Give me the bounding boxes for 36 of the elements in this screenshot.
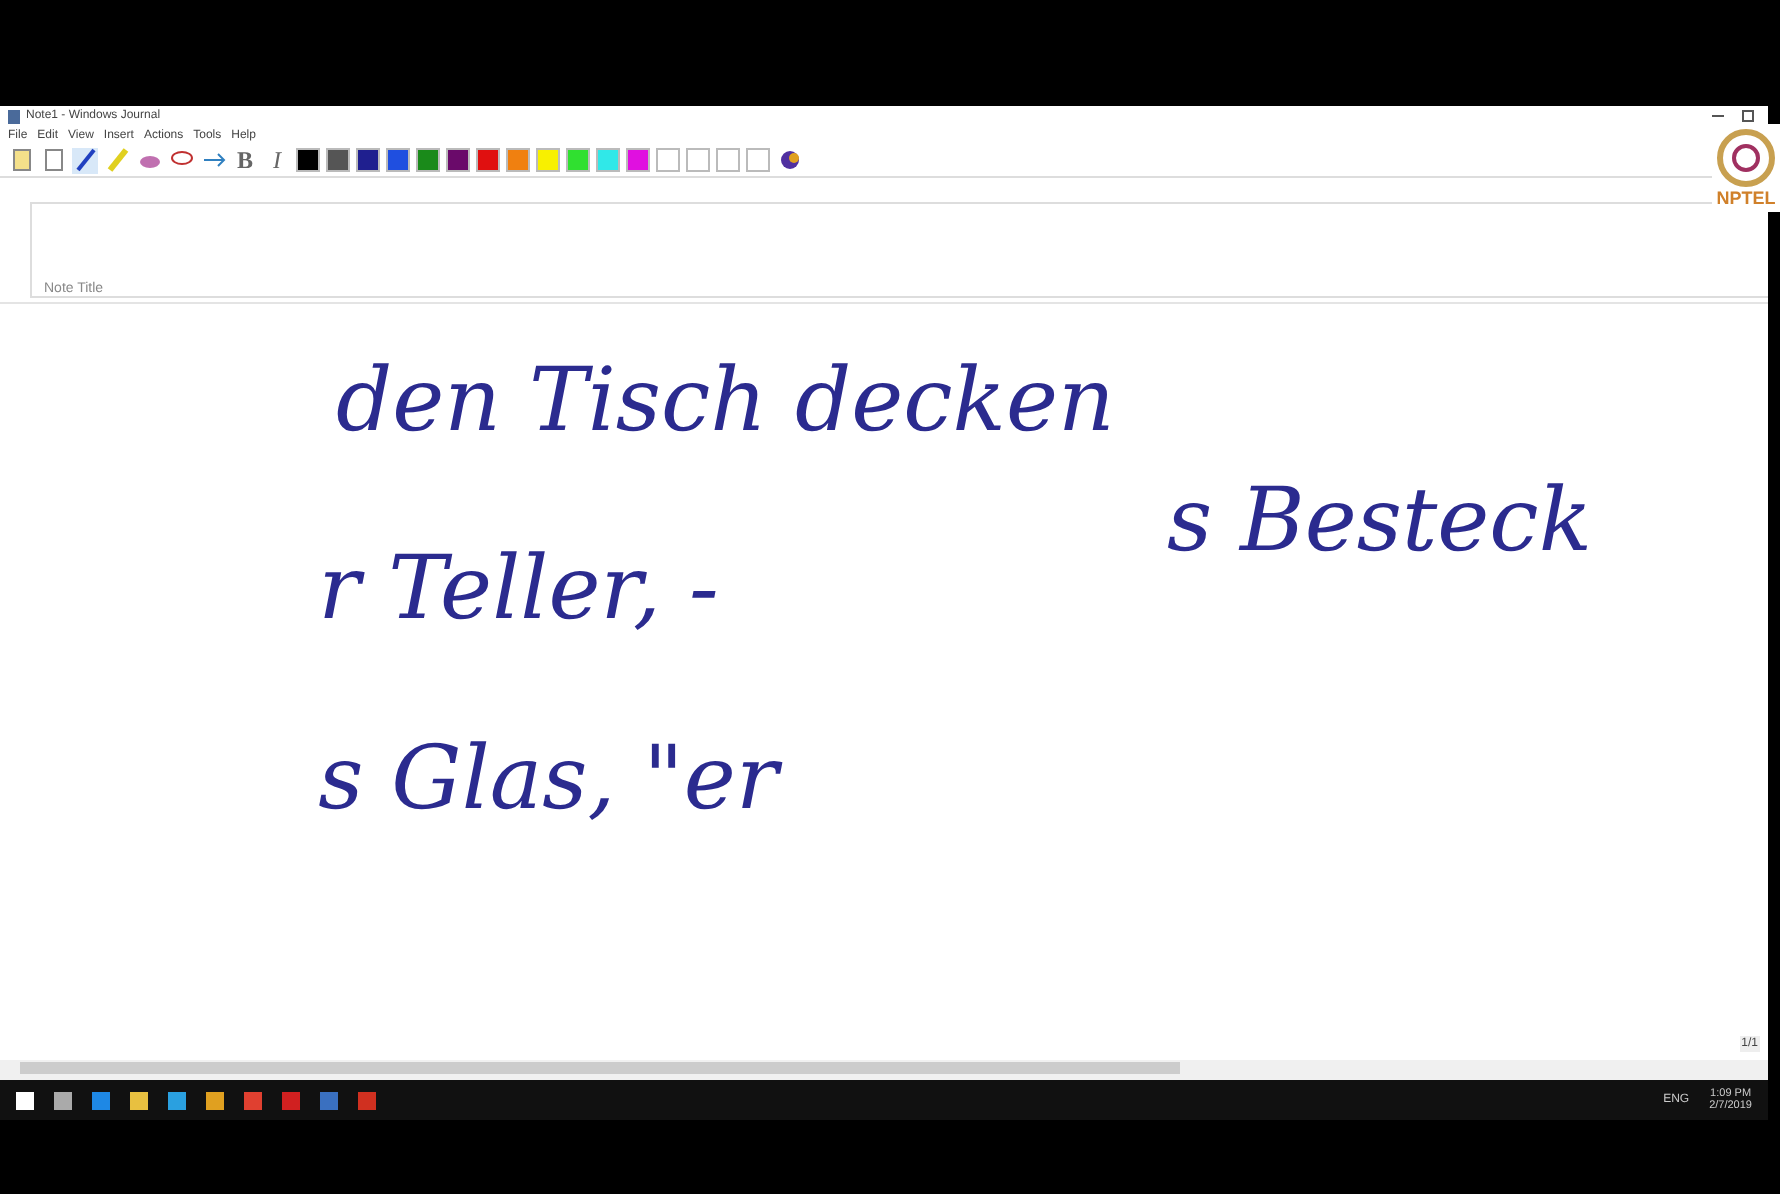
taskbar-app-icon[interactable] bbox=[130, 1091, 148, 1109]
color-swatch[interactable] bbox=[506, 148, 530, 172]
bold-button[interactable]: B bbox=[232, 147, 258, 173]
color-swatch[interactable] bbox=[446, 148, 470, 172]
color-swatch[interactable] bbox=[716, 148, 740, 172]
color-swatch[interactable] bbox=[416, 148, 440, 172]
color-swatch[interactable] bbox=[566, 148, 590, 172]
taskbar-app-icon[interactable] bbox=[54, 1091, 72, 1109]
color-swatch[interactable] bbox=[746, 148, 770, 172]
color-swatch[interactable] bbox=[596, 148, 620, 172]
color-swatch[interactable] bbox=[326, 148, 350, 172]
italic-button[interactable]: I bbox=[264, 147, 290, 173]
emblem-icon bbox=[1716, 128, 1776, 188]
color-swatch[interactable] bbox=[386, 148, 410, 172]
color-picker-icon[interactable] bbox=[776, 147, 802, 173]
handwritten-text: r Teller, - bbox=[318, 538, 719, 641]
pen-icon[interactable] bbox=[72, 147, 98, 173]
taskbar-app-icon[interactable] bbox=[168, 1091, 186, 1109]
color-swatch[interactable] bbox=[356, 148, 380, 172]
color-swatch[interactable] bbox=[296, 148, 320, 172]
taskbar-app-icon[interactable] bbox=[206, 1091, 224, 1109]
new-note-icon[interactable] bbox=[8, 147, 34, 173]
taskbar-app-icon[interactable] bbox=[16, 1091, 34, 1109]
color-swatch[interactable] bbox=[656, 148, 680, 172]
handwritten-text: den Tisch decken bbox=[335, 349, 1115, 452]
color-swatch[interactable] bbox=[536, 148, 560, 172]
color-swatch[interactable] bbox=[686, 148, 710, 172]
color-swatch[interactable] bbox=[626, 148, 650, 172]
color-swatch[interactable] bbox=[476, 148, 500, 172]
app-icon bbox=[8, 109, 20, 123]
handwritten-text: s Besteck bbox=[1166, 470, 1592, 573]
nptel-logo: NPTEL bbox=[1712, 124, 1780, 212]
horizontal-scrollbar[interactable] bbox=[0, 1060, 1768, 1080]
handwritten-text: s Glas, "er bbox=[318, 727, 778, 830]
maximize-icon[interactable] bbox=[1740, 108, 1756, 124]
page-icon[interactable] bbox=[40, 147, 66, 173]
